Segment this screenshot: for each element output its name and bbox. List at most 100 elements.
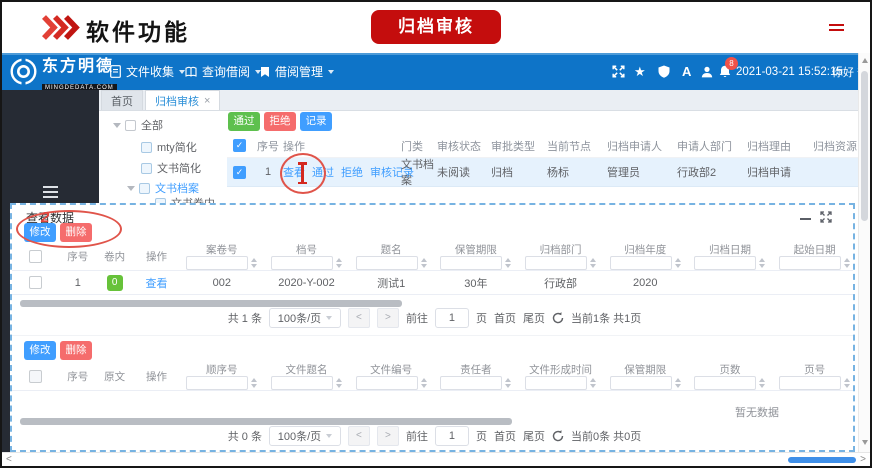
- page-size-select[interactable]: 100条/页: [269, 308, 341, 328]
- scroll-left-icon[interactable]: <: [6, 453, 12, 467]
- delete-button[interactable]: 删除: [60, 223, 92, 242]
- sidebar-toggle-icon[interactable]: [43, 186, 58, 201]
- vertical-scrollbar[interactable]: [858, 53, 870, 452]
- row-checkbox[interactable]: [29, 276, 42, 289]
- filter-input[interactable]: [694, 256, 756, 270]
- expand-icon[interactable]: [820, 211, 832, 223]
- star-icon[interactable]: ★: [634, 53, 646, 90]
- scroll-down-icon[interactable]: [862, 440, 868, 445]
- nav-file-collect[interactable]: 文件收集: [110, 53, 185, 90]
- filter-input[interactable]: [525, 376, 587, 390]
- total-count: 共 0 条: [228, 428, 262, 444]
- horizontal-scrollbar[interactable]: < >: [2, 452, 870, 466]
- next-page-button[interactable]: >: [377, 426, 399, 446]
- first-page-link[interactable]: 首页: [494, 428, 516, 444]
- filter-input[interactable]: [610, 376, 672, 390]
- record-button[interactable]: 记录: [300, 112, 332, 131]
- row-checkbox[interactable]: ✓: [233, 166, 246, 179]
- horizontal-scrollbar-thumb[interactable]: [788, 457, 856, 463]
- sort-icon[interactable]: [421, 258, 427, 268]
- sort-icon[interactable]: [759, 258, 765, 268]
- sort-icon[interactable]: [505, 378, 511, 388]
- review-table-row[interactable]: ✓ 1 查看 通过 拒绝 审核记录 文书档案 未阅读 归档 杨标 管理员 行政部…: [227, 158, 858, 187]
- sort-icon[interactable]: [844, 378, 850, 388]
- sort-icon[interactable]: [251, 378, 257, 388]
- select-all-checkbox[interactable]: [29, 250, 42, 263]
- scroll-up-icon[interactable]: [862, 58, 868, 63]
- sort-icon[interactable]: [336, 258, 342, 268]
- page-input[interactable]: 1: [435, 426, 469, 446]
- select-all-checkbox[interactable]: [29, 370, 42, 383]
- refresh-icon[interactable]: [552, 312, 564, 324]
- tab-bar: 首页 归档审核 ×: [99, 90, 858, 111]
- filter-input[interactable]: [525, 256, 587, 270]
- tab-archive-review[interactable]: 归档审核 ×: [145, 90, 220, 110]
- view-link[interactable]: 查看: [145, 278, 167, 290]
- filter-input[interactable]: [186, 256, 248, 270]
- sort-icon[interactable]: [505, 258, 511, 268]
- view-link[interactable]: 查看: [283, 164, 305, 180]
- filter-input[interactable]: [779, 376, 841, 390]
- filter-input[interactable]: [356, 376, 418, 390]
- filter-input[interactable]: [356, 256, 418, 270]
- tree-caret-icon[interactable]: [113, 123, 121, 128]
- minimize-icon[interactable]: [800, 218, 811, 220]
- scroll-right-icon[interactable]: >: [860, 453, 866, 467]
- next-page-button[interactable]: >: [377, 308, 399, 328]
- filter-input[interactable]: [271, 376, 333, 390]
- modify-button[interactable]: 修改: [24, 341, 56, 360]
- nav-query-borrow[interactable]: 查询借阅: [185, 53, 261, 90]
- prev-page-button[interactable]: <: [348, 308, 370, 328]
- tab-home[interactable]: 首页: [101, 90, 143, 110]
- banner-menu-icon[interactable]: [829, 24, 844, 34]
- logo[interactable]: 东方明德 MINGDEDATA.COM: [10, 58, 117, 90]
- filter-input[interactable]: [271, 256, 333, 270]
- tree-node-mty[interactable]: mty简化: [141, 139, 197, 155]
- sort-icon[interactable]: [251, 258, 257, 268]
- prev-page-button[interactable]: <: [348, 426, 370, 446]
- nav-borrow-manage[interactable]: 借阅管理: [260, 53, 334, 90]
- sort-icon[interactable]: [844, 258, 850, 268]
- last-page-link[interactable]: 尾页: [523, 310, 545, 326]
- tree-node-all[interactable]: 全部: [113, 117, 163, 133]
- sort-icon[interactable]: [336, 378, 342, 388]
- banner: 软件功能 归档审核: [2, 2, 870, 53]
- fullscreen-icon[interactable]: [612, 53, 625, 90]
- close-icon[interactable]: ×: [204, 95, 210, 107]
- shield-icon[interactable]: [658, 53, 670, 90]
- sort-icon[interactable]: [421, 378, 427, 388]
- font-size-icon[interactable]: A: [682, 53, 691, 90]
- volume-table-row[interactable]: 1 0 查看 002 2020-Y-002 测试1 30年 行政部 2020: [12, 271, 855, 295]
- refresh-icon[interactable]: [552, 430, 564, 442]
- reject-button[interactable]: 拒绝: [264, 112, 296, 131]
- approve-link[interactable]: 通过: [312, 164, 334, 180]
- filter-input[interactable]: [610, 256, 672, 270]
- total-count: 共 1 条: [228, 310, 262, 326]
- select-all-checkbox[interactable]: ✓: [233, 139, 246, 152]
- sort-icon[interactable]: [675, 378, 681, 388]
- filter-input[interactable]: [440, 376, 502, 390]
- filter-input[interactable]: [440, 256, 502, 270]
- sort-icon[interactable]: [759, 378, 765, 388]
- page-input[interactable]: 1: [435, 308, 469, 328]
- first-page-link[interactable]: 首页: [494, 310, 516, 326]
- filter-input[interactable]: [186, 376, 248, 390]
- tree-node-doc-archive[interactable]: 文书档案: [127, 180, 199, 196]
- last-page-link[interactable]: 尾页: [523, 428, 545, 444]
- page-size-select[interactable]: 100条/页: [269, 426, 341, 446]
- modify-button[interactable]: 修改: [24, 223, 56, 242]
- user-icon[interactable]: [701, 53, 713, 90]
- sort-icon[interactable]: [590, 378, 596, 388]
- sort-icon[interactable]: [590, 258, 596, 268]
- delete-button[interactable]: 删除: [60, 341, 92, 360]
- tree-caret-icon[interactable]: [127, 186, 135, 191]
- sort-icon[interactable]: [675, 258, 681, 268]
- horizontal-scrollbar-thumb[interactable]: [20, 418, 512, 425]
- approve-button[interactable]: 通过: [228, 112, 260, 131]
- horizontal-scrollbar-thumb[interactable]: [20, 300, 402, 307]
- tree-node-doc-simple[interactable]: 文书简化: [141, 160, 201, 176]
- vertical-scrollbar-thumb[interactable]: [861, 71, 868, 221]
- filter-input[interactable]: [694, 376, 756, 390]
- reject-link[interactable]: 拒绝: [341, 164, 363, 180]
- filter-input[interactable]: [779, 256, 841, 270]
